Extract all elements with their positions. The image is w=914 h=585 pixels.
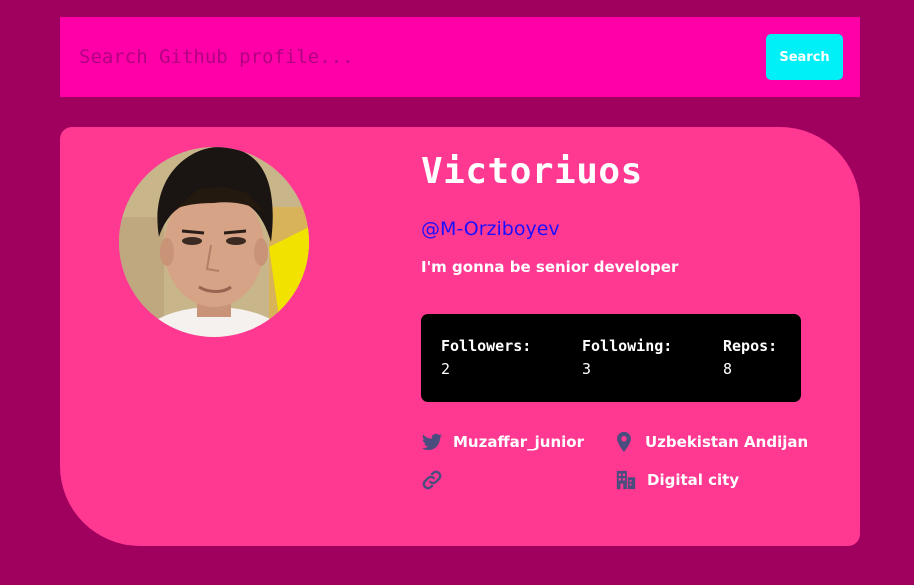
link-icon [421, 469, 443, 491]
profile-bio: I'm gonna be senior developer [421, 258, 679, 276]
stat-repos-label: Repos: [723, 337, 778, 355]
info-twitter[interactable]: Muzaffar_junior [421, 431, 584, 453]
avatar [119, 147, 309, 337]
stat-following: Following: 3 [582, 337, 672, 378]
avatar-photo [119, 147, 309, 337]
profile-username-link[interactable]: @M-Orziboyev [421, 218, 560, 240]
stat-followers: Followers: 2 [441, 337, 531, 378]
stat-followers-label: Followers: [441, 337, 532, 355]
location-pin-icon [613, 431, 635, 453]
info-website[interactable] [421, 469, 453, 491]
stat-repos-value: 8 [723, 360, 733, 378]
profile-card: Victoriuos @M-Orziboyev I'm gonna be sen… [60, 127, 860, 546]
twitter-icon [421, 431, 443, 453]
info-location: Uzbekistan Andijan [613, 431, 808, 453]
search-bar: Search [60, 17, 860, 97]
location-text: Uzbekistan Andijan [645, 433, 809, 451]
stat-following-value: 3 [582, 360, 592, 378]
stats-panel: Followers: 2 Following: 3 Repos: 8 [421, 314, 801, 402]
search-button[interactable]: Search [766, 34, 843, 80]
profile-name: Victoriuos [421, 151, 643, 192]
building-icon [615, 469, 637, 491]
stat-followers-value: 2 [441, 360, 451, 378]
stat-repos: Repos: 8 [723, 337, 777, 378]
twitter-handle: Muzaffar_junior [453, 433, 584, 451]
info-company: Digital city [615, 469, 739, 491]
search-input[interactable] [60, 17, 750, 97]
stat-following-label: Following: [582, 337, 673, 355]
company-text: Digital city [647, 471, 740, 489]
